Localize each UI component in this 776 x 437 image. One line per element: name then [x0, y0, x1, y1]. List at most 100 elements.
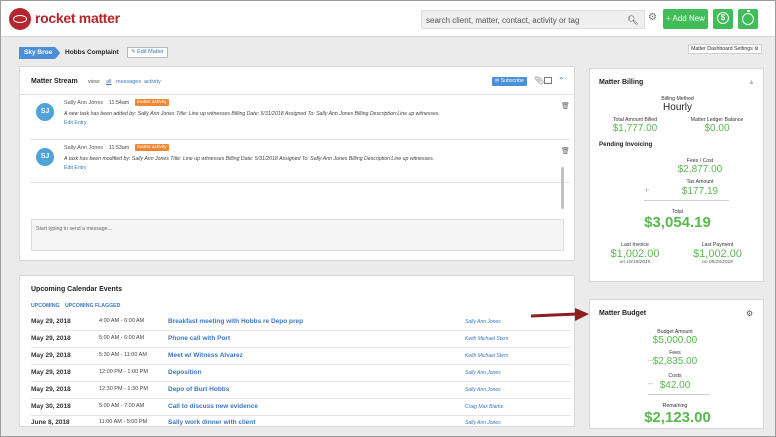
last-invoice-value: $1,002.00 — [610, 248, 660, 260]
event-name-link[interactable]: Meet w/ Witness Alvarez — [168, 352, 243, 359]
event-time: 5:30 AM - 11:00 AM — [99, 352, 147, 358]
event-row: May 29, 2018 12:30 PM - 1:30 PM Depo of … — [31, 382, 571, 399]
message-box — [31, 219, 564, 251]
pencil-icon: ✎ — [131, 49, 136, 55]
upcoming-events-title: Upcoming Calendar Events — [31, 286, 123, 293]
entry-author: Sally Ann Jones — [64, 100, 104, 106]
ledger-balance-value: $0.00 — [704, 123, 730, 134]
collapse-chevron-up-icon[interactable]: ⌃ — [558, 76, 565, 85]
total-value: $3,054.19 — [644, 214, 711, 231]
event-person-link[interactable]: Sally Ann Jones — [465, 420, 501, 426]
search-input[interactable] — [426, 14, 616, 26]
event-date: June 8, 2018 — [31, 419, 70, 426]
print-icon[interactable] — [544, 77, 552, 84]
subscribe-button[interactable]: ✉ Subscribe — [492, 77, 527, 86]
matter-stream-panel: Matter Stream view: all messages activit… — [19, 66, 575, 261]
matter-activity-badge: matter activity — [135, 144, 169, 151]
event-row: May 29, 2018 4:00 AM - 6:00 AM Breakfast… — [31, 314, 571, 331]
rocket-matter-logo-icon[interactable] — [9, 8, 31, 30]
view-filter-label: view: — [88, 79, 101, 85]
billing-dollar-button[interactable]: $ — [713, 9, 733, 29]
sum-line — [644, 200, 729, 201]
timer-button[interactable] — [738, 9, 758, 29]
entry-divider — [30, 139, 570, 140]
costs-value: $42.00 — [659, 380, 691, 391]
event-person-link[interactable]: Keith Michael Stern — [465, 353, 508, 359]
event-date: May 30, 2018 — [31, 403, 71, 410]
event-date: May 29, 2018 — [31, 369, 71, 376]
event-time: 5:00 AM - 7:00 AM — [99, 403, 145, 409]
total-billed-value: $1,777.00 — [612, 123, 658, 134]
event-person-link[interactable]: Craig Max Blarke — [465, 404, 503, 410]
edit-entry-link[interactable]: Edit Entry — [64, 165, 87, 171]
event-name-link[interactable]: Sally work dinner with client — [168, 419, 255, 426]
matter-stream-header: Matter Stream view: all messages activit… — [20, 67, 574, 95]
dashboard-settings-button[interactable]: Matter Dashboard Settings ⚙ — [688, 44, 762, 54]
stopwatch-icon — [742, 10, 754, 25]
collapse-triangle-icon[interactable]: ▲ — [748, 79, 755, 86]
app-logo-text[interactable]: rocket matter — [35, 10, 120, 26]
event-time: 5:00 AM - 6:00 AM — [99, 335, 145, 341]
last-payment-date: on 05/29/2018 — [702, 260, 733, 265]
view-messages-link[interactable]: messages — [116, 79, 141, 85]
sum-line — [648, 394, 710, 395]
view-all-link[interactable]: all — [106, 79, 112, 85]
search-icon[interactable]: 🔍︎ — [627, 14, 645, 26]
global-search: 🔍︎ — [421, 10, 645, 29]
costs-label: Costs — [668, 373, 682, 379]
paperclip-icon[interactable]: 📎︎ — [534, 76, 544, 85]
trash-icon[interactable]: 🗑︎ — [561, 102, 570, 110]
event-time: 11:00 AM - 5:00 PM — [99, 419, 148, 425]
breadcrumb-client[interactable]: Sky Broe — [19, 47, 61, 59]
app-window: rocket matter 🔍︎ ⚙ + Add New $ Sky Broe … — [0, 0, 776, 437]
event-date: May 29, 2018 — [31, 352, 71, 359]
add-new-button[interactable]: + Add New — [663, 9, 708, 29]
event-time: 12:00 PM - 1:00 PM — [99, 369, 148, 375]
event-row: May 30, 2018 5:00 AM - 7:00 AM Call to d… — [31, 399, 571, 416]
event-name-link[interactable]: Deposition — [168, 369, 202, 376]
message-input[interactable] — [36, 224, 556, 234]
callout-arrow-icon — [530, 308, 589, 321]
tab-upcoming-flagged[interactable]: UPCOMING FLAGGED — [65, 303, 120, 309]
entry-text: A new task has been added by: Sally Ann … — [64, 111, 440, 117]
matter-billing-title: Matter Billing — [599, 79, 644, 86]
tab-upcoming[interactable]: UPCOMING — [31, 303, 60, 309]
edit-matter-button[interactable]: ✎ Edit Matter — [127, 47, 168, 58]
entry-time: 11:54am — [109, 100, 130, 106]
budget-settings-gear-icon[interactable]: ⚙ — [746, 309, 753, 318]
dollar-icon: $ — [717, 12, 729, 24]
entry-time: 11:53am — [109, 145, 130, 151]
event-time: 12:30 PM - 1:30 PM — [99, 386, 148, 392]
matter-billing-panel: Matter Billing ▲ Billing Method Hourly T… — [589, 68, 764, 282]
event-person-link[interactable]: Sally Ann Jones — [465, 370, 501, 376]
search-settings-gear-icon[interactable]: ⚙ — [648, 12, 657, 23]
event-person-link[interactable]: Sally Ann Jones — [465, 319, 501, 325]
upcoming-events-panel: Upcoming Calendar Events UPCOMING UPCOMI… — [19, 275, 575, 427]
billing-method-value: Hourly — [663, 102, 692, 113]
breadcrumb-matter: Hobbs Complaint — [65, 49, 119, 56]
subscribe-label: Subscribe — [500, 78, 524, 84]
event-row: May 29, 2018 5:00 AM - 6:00 AM Phone cal… — [31, 331, 571, 348]
event-date: May 29, 2018 — [31, 318, 71, 325]
event-person-link[interactable]: Keith Michael Stern — [465, 336, 508, 342]
last-invoice-date: on 10/19/2015 — [619, 260, 651, 265]
stream-entry: SJ Sally Ann Jones 11:53am matter activi… — [30, 144, 570, 185]
entry-divider — [30, 182, 570, 183]
entry-author: Sally Ann Jones — [64, 145, 104, 151]
gear-icon: ⚙ — [754, 46, 759, 52]
event-person-link[interactable]: Sally Ann Jones — [465, 387, 501, 393]
fees-cost-value: $2,877.00 — [677, 164, 723, 175]
event-name-link[interactable]: Depo of Burt Hobbs — [168, 386, 229, 393]
fees-value: $2,835.00 — [652, 356, 698, 367]
event-name-link[interactable]: Breakfast meeting with Hobbs re Depo pre… — [168, 318, 303, 325]
event-name-link[interactable]: Call to discuss new evidence — [168, 403, 258, 410]
event-row: May 29, 2018 12:00 PM - 1:00 PM Depositi… — [31, 365, 571, 382]
avatar: SJ — [36, 148, 54, 166]
stream-scrollbar[interactable] — [561, 167, 564, 209]
event-name-link[interactable]: Phone call with Port — [168, 335, 230, 342]
view-activity-link[interactable]: activity — [144, 79, 161, 85]
edit-entry-link[interactable]: Edit Entry — [64, 120, 87, 126]
trash-icon[interactable]: 🗑︎ — [561, 147, 570, 155]
last-payment-value: $1,002.00 — [693, 248, 742, 260]
event-date: May 29, 2018 — [31, 386, 71, 393]
